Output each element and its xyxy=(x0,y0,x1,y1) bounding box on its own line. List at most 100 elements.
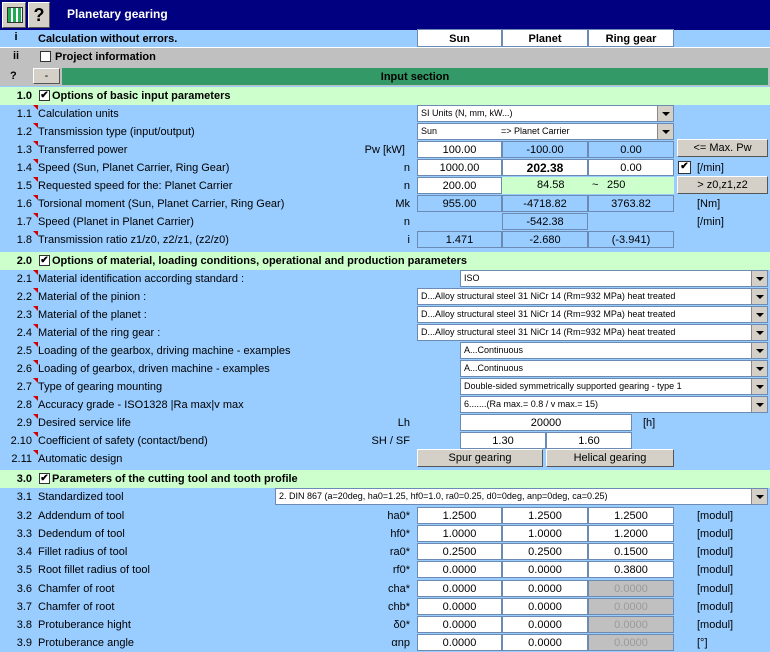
unit-3-4: [modul] xyxy=(697,546,734,558)
speed-checkbox[interactable]: ✔ xyxy=(678,161,691,174)
chevron-down-icon[interactable] xyxy=(751,289,767,304)
protuberance-sun-input[interactable]: 0.0000 xyxy=(417,616,502,633)
row-i-marker: i xyxy=(14,31,18,43)
addendum-planet-input[interactable]: 1.2500 xyxy=(502,507,588,524)
ring-material-select[interactable]: D...Alloy structural steel 31 NiCr 14 (R… xyxy=(417,324,768,341)
protuberance-ring-disabled: 0.0000 xyxy=(588,616,674,633)
section-2-title: Options of material, loading conditions,… xyxy=(52,255,467,267)
project-info-label: Project information xyxy=(55,51,156,63)
chevron-down-icon[interactable] xyxy=(751,325,767,340)
fillet-sun-input[interactable]: 0.2500 xyxy=(417,543,502,560)
section-3-title: Parameters of the cutting tool and tooth… xyxy=(52,473,298,485)
project-info-checkbox[interactable] xyxy=(40,51,51,62)
standardized-tool-select[interactable]: 2. DIN 867 (a=20deg, ha0=1.25, hf0=1.0, … xyxy=(275,488,768,505)
pinion-material-select[interactable]: D...Alloy structural steel 31 NiCr 14 (R… xyxy=(417,288,768,305)
safety-bend-input[interactable]: 1.60 xyxy=(546,432,632,449)
protuberance-angle-sun-input[interactable]: 0.0000 xyxy=(417,634,502,651)
power-ring-value: 0.00 xyxy=(588,141,674,158)
protuberance-angle-planet-input[interactable]: 0.0000 xyxy=(502,634,588,651)
unit-3-7: [modul] xyxy=(697,601,734,613)
driven-load-select[interactable]: A...Continuous xyxy=(460,360,768,377)
row-1-7: 1.7 Speed (Planet in Planet Carrier) n xyxy=(0,213,770,231)
safety-contact-input[interactable]: 1.30 xyxy=(460,432,546,449)
dedendum-sun-input[interactable]: 1.0000 xyxy=(417,525,502,542)
accuracy-grade-select[interactable]: 6.......(Ra max.= 0.8 / v max.= 15) xyxy=(460,396,768,413)
transmission-type-select[interactable]: Sun => Planet Carrier xyxy=(417,123,674,140)
fillet-ring-input[interactable]: 0.1500 xyxy=(588,543,674,560)
spur-gearing-button[interactable]: Spur gearing xyxy=(417,449,543,467)
speed-sun-input[interactable]: 1000.00 xyxy=(417,159,502,176)
mounting-type-select[interactable]: Double-sided symmetrically supported gea… xyxy=(460,378,768,395)
torque-unit: [Nm] xyxy=(697,198,721,210)
material-standard-select[interactable]: ISO xyxy=(460,270,768,287)
service-life-input[interactable]: 20000 xyxy=(460,414,632,431)
chevron-down-icon[interactable] xyxy=(657,124,673,139)
chamfer-b-ring-disabled: 0.0000 xyxy=(588,598,674,615)
row-ii-marker: ii xyxy=(12,50,20,62)
planet-speed-value: -542.38 xyxy=(502,213,588,230)
unit-3-8: [modul] xyxy=(697,619,734,631)
section-3-header: 3.0 ✔ Parameters of the cutting tool and… xyxy=(0,470,770,488)
page-title: Planetary gearing xyxy=(67,7,168,21)
section-1-checkbox[interactable]: ✔ xyxy=(39,90,50,101)
torque-ring-value: 3763.82 xyxy=(588,195,674,212)
unit-3-2: [modul] xyxy=(697,510,734,522)
speed-range: 84.58 ~ 250 xyxy=(502,177,674,194)
z-calc-button[interactable]: > z0,z1,z2 xyxy=(677,176,768,194)
chevron-down-icon[interactable] xyxy=(657,106,673,121)
chamfer-a-sun-input[interactable]: 0.0000 xyxy=(417,580,502,597)
dedendum-planet-input[interactable]: 1.0000 xyxy=(502,525,588,542)
col-header-sun: Sun xyxy=(417,29,502,47)
helical-gearing-button[interactable]: Helical gearing xyxy=(546,449,674,467)
chevron-down-icon[interactable] xyxy=(751,489,767,504)
collapse-button[interactable]: - xyxy=(33,68,60,84)
unit-3-9: [°] xyxy=(697,637,708,649)
chamfer-b-sun-input[interactable]: 0.0000 xyxy=(417,598,502,615)
driving-load-select[interactable]: A...Continuous xyxy=(460,342,768,359)
chevron-down-icon[interactable] xyxy=(751,307,767,322)
speed-unit: [/min] xyxy=(697,162,724,174)
power-planet-value: -100.00 xyxy=(502,141,588,158)
speed-carrier-value: 202.38 xyxy=(502,159,588,176)
chevron-down-icon[interactable] xyxy=(751,271,767,286)
protuberance-angle-ring-disabled: 0.0000 xyxy=(588,634,674,651)
q-marker: ? xyxy=(10,70,17,82)
dedendum-ring-input[interactable]: 1.2000 xyxy=(588,525,674,542)
chevron-down-icon[interactable] xyxy=(751,343,767,358)
addendum-sun-input[interactable]: 1.2500 xyxy=(417,507,502,524)
speed-ring-input[interactable]: 0.00 xyxy=(588,159,674,176)
units-select[interactable]: SI Units (N, mm, kW...) xyxy=(417,105,674,122)
input-section-label: Input section xyxy=(380,71,450,83)
row-2-10: 2.10 Coefficient of safety (contact/bend… xyxy=(0,432,770,450)
chevron-down-icon[interactable] xyxy=(751,379,767,394)
fillet-planet-input[interactable]: 0.2500 xyxy=(502,543,588,560)
section-2-checkbox[interactable]: ✔ xyxy=(39,255,50,266)
addendum-ring-input[interactable]: 1.2500 xyxy=(588,507,674,524)
ratio-total-value: (-3.941) xyxy=(588,231,674,248)
ratio-2-value: -2.680 xyxy=(502,231,588,248)
planet-speed-unit: [/min] xyxy=(697,216,724,228)
service-life-unit: [h] xyxy=(643,417,656,429)
requested-speed-input[interactable]: 200.00 xyxy=(417,177,502,194)
section-3-checkbox[interactable]: ✔ xyxy=(39,473,50,484)
root-fillet-planet-input[interactable]: 0.0000 xyxy=(502,561,588,578)
section-1-header: 1.0 ✔ Options of basic input parameters xyxy=(0,87,770,105)
power-sun-input[interactable]: 100.00 xyxy=(417,141,502,158)
planet-material-select[interactable]: D...Alloy structural steel 31 NiCr 14 (R… xyxy=(417,306,768,323)
chamfer-b-planet-input[interactable]: 0.0000 xyxy=(502,598,588,615)
chevron-down-icon[interactable] xyxy=(751,361,767,376)
chamfer-a-planet-input[interactable]: 0.0000 xyxy=(502,580,588,597)
protuberance-planet-input[interactable]: 0.0000 xyxy=(502,616,588,633)
col-header-ring: Ring gear xyxy=(588,29,674,47)
app-icon[interactable] xyxy=(2,2,26,28)
ratio-1-value: 1.471 xyxy=(417,231,502,248)
unit-3-6: [modul] xyxy=(697,583,734,595)
col-header-planet: Planet xyxy=(502,29,588,47)
root-fillet-ring-input[interactable]: 0.3800 xyxy=(588,561,674,578)
root-fillet-sun-input[interactable]: 0.0000 xyxy=(417,561,502,578)
torque-sun-value: 955.00 xyxy=(417,195,502,212)
help-icon[interactable]: ? xyxy=(28,2,50,28)
section-2-header: 2.0 ✔ Options of material, loading condi… xyxy=(0,252,770,270)
chevron-down-icon[interactable] xyxy=(751,397,767,412)
max-power-button[interactable]: <= Max. Pw xyxy=(677,139,768,157)
